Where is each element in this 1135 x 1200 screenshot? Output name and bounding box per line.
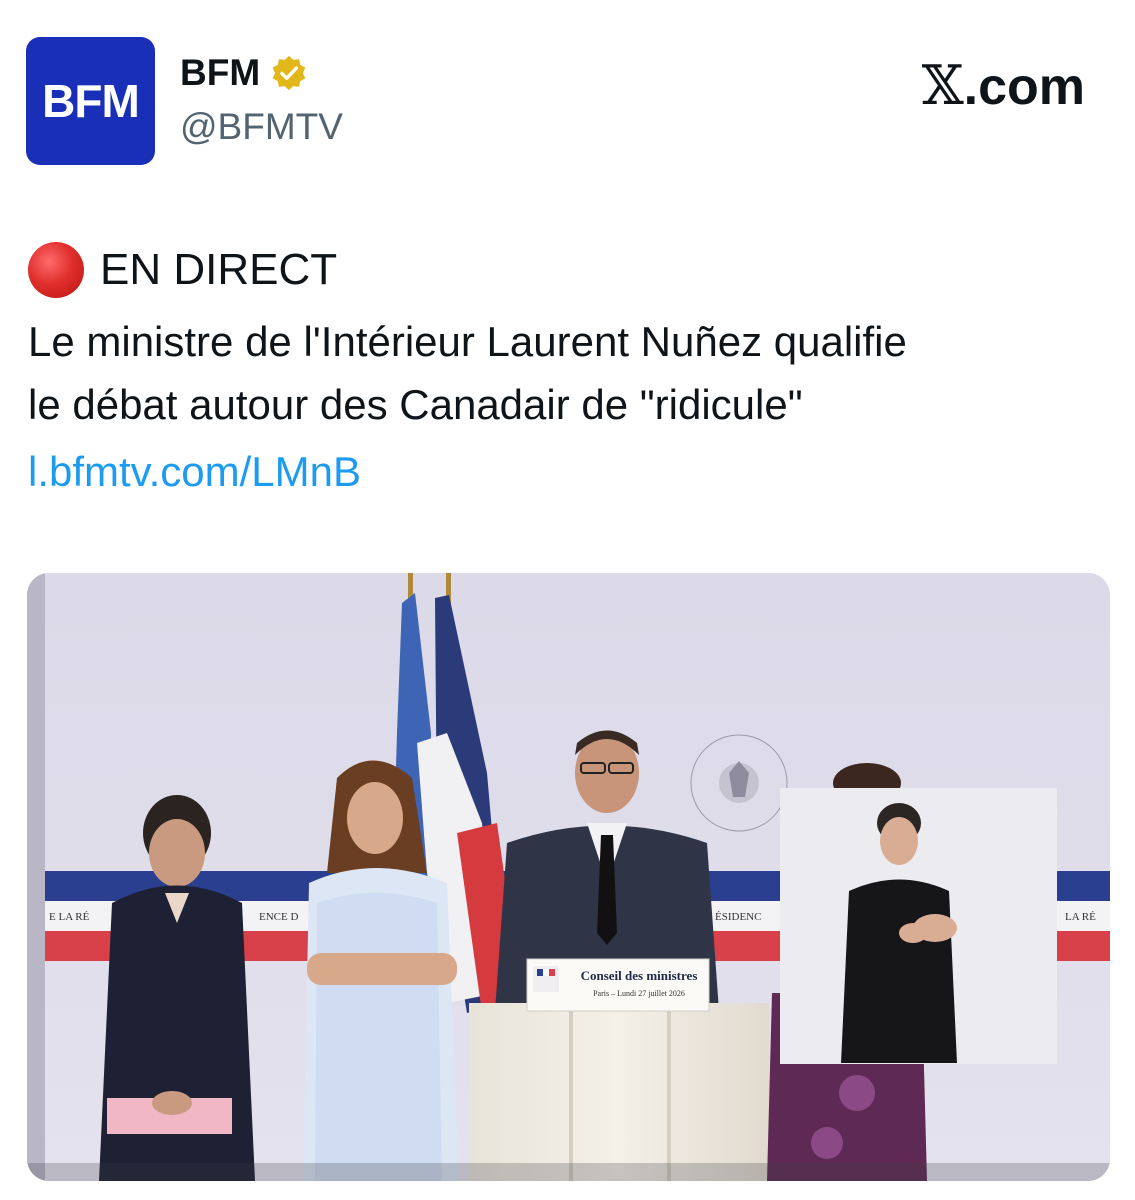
backdrop-text-right: ÉSIDENC bbox=[715, 911, 761, 923]
podium-title: Conseil des ministres bbox=[581, 968, 698, 983]
red-circle-icon bbox=[28, 242, 84, 298]
live-label: EN DIRECT bbox=[100, 245, 338, 294]
brand-domain: .com bbox=[963, 58, 1085, 116]
tweet-header: BFM BFM @BFMTV 𝕏 .com bbox=[0, 0, 1135, 200]
avatar-logo-text: BFM bbox=[42, 75, 140, 127]
tweet-link[interactable]: l.bfmtv.com/LMnB bbox=[28, 442, 361, 502]
backdrop-text-mid: ENCE D bbox=[259, 911, 298, 923]
tweet-media-photo[interactable]: E LA RÉ ENCE D ÉSIDENC LA RÉ Conseil des… bbox=[27, 573, 1110, 1181]
tweet-body: EN DIRECT Le ministre de l'Intérieur Lau… bbox=[28, 238, 1108, 502]
live-label-row: EN DIRECT bbox=[28, 238, 1108, 302]
author-avatar[interactable]: BFM bbox=[26, 37, 155, 165]
press-conference-image: E LA RÉ ENCE D ÉSIDENC LA RÉ Conseil des… bbox=[27, 573, 1110, 1181]
backdrop-text-far-right: LA RÉ bbox=[1065, 911, 1096, 923]
headline-line-2: le débat autour des Canadair de "ridicul… bbox=[28, 381, 803, 428]
x-com-brand: 𝕏 .com bbox=[922, 54, 1085, 117]
author-name[interactable]: BFM bbox=[180, 52, 260, 94]
verified-badge-icon bbox=[272, 55, 306, 91]
backdrop-text-left: E LA RÉ bbox=[49, 911, 90, 923]
sign-language-inset bbox=[780, 788, 1057, 1064]
author-handle[interactable]: @BFMTV bbox=[180, 106, 343, 148]
podium-subtitle: Paris – Lundi 27 juillet 2026 bbox=[593, 989, 685, 998]
author-name-row[interactable]: BFM bbox=[180, 52, 308, 94]
tweet-headline: Le ministre de l'Intérieur Laurent Nuñez… bbox=[28, 310, 1108, 436]
headline-line-1: Le ministre de l'Intérieur Laurent Nuñez… bbox=[28, 318, 907, 365]
x-logo-icon: 𝕏 bbox=[921, 54, 964, 117]
